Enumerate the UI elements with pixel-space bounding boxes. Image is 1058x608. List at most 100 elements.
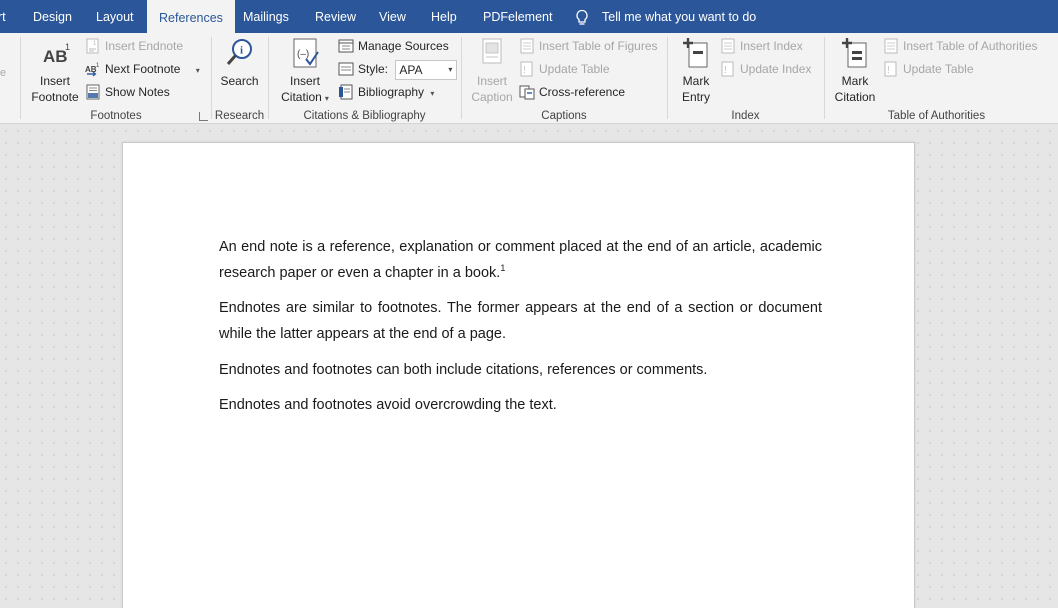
- authorities-group-label: Table of Authorities: [887, 110, 986, 122]
- lightbulb-icon: [576, 9, 588, 25]
- insert-table-of-authorities-icon: [884, 38, 898, 54]
- insert-footnote-button[interactable]: AB 1 Insert Footnote: [29, 37, 81, 105]
- svg-text:1: 1: [65, 42, 70, 52]
- insert-caption-button[interactable]: Insert Caption: [468, 37, 516, 105]
- insert-index-icon: [721, 38, 735, 54]
- insert-index-button[interactable]: Insert Index: [720, 36, 803, 56]
- style-label: Style:: [358, 62, 389, 76]
- svg-text:AB: AB: [43, 47, 68, 66]
- show-notes-label: Show Notes: [105, 85, 170, 99]
- insert-endnote-label: Insert Endnote: [105, 39, 184, 53]
- tab-layout[interactable]: Layout: [96, 0, 134, 33]
- tab-review[interactable]: Review: [315, 0, 356, 33]
- update-index-button[interactable]: ! Update Index: [720, 59, 811, 79]
- footnotes-dialog-launcher-icon[interactable]: [199, 112, 208, 121]
- search-label: Search: [220, 74, 259, 88]
- ribbon: e AB 1 Insert Footnote 1 Insert Endnote: [0, 33, 1058, 124]
- group-index: Mark Entry Insert Index ! Update Index I…: [668, 33, 823, 124]
- svg-text:i: i: [240, 45, 243, 57]
- paragraph-3[interactable]: Endnotes and footnotes can both include …: [219, 358, 822, 384]
- search-icon: i: [223, 37, 257, 69]
- style-icon: [338, 62, 354, 76]
- svg-text:!: !: [523, 65, 526, 76]
- next-footnote-button[interactable]: AB 1 Next Footnote ▾: [85, 59, 200, 79]
- bibliography-label: Bibliography: [358, 85, 425, 99]
- update-table-figures-button[interactable]: ! Update Table: [519, 59, 610, 79]
- insert-caption-icon: [475, 37, 509, 69]
- group-citations-bibliography: (–) Insert Citation ▾ Manage Sources Sty…: [269, 33, 460, 124]
- insert-citation-button[interactable]: (–) Insert Citation ▾: [275, 37, 335, 107]
- show-notes-button[interactable]: Show Notes: [85, 82, 170, 102]
- next-footnote-icon: AB 1: [85, 63, 100, 77]
- insert-citation-dropdown-icon: ▾: [324, 94, 329, 103]
- mark-citation-label-2: Citation: [834, 90, 876, 104]
- insert-citation-label-2-wrap: Citation ▾: [275, 89, 335, 107]
- insert-index-label: Insert Index: [740, 39, 803, 53]
- manage-sources-button[interactable]: Manage Sources: [338, 36, 449, 56]
- tab-help[interactable]: Help: [431, 0, 457, 33]
- manage-sources-icon: [338, 39, 354, 53]
- update-table-authorities-label: Update Table: [903, 62, 974, 76]
- insert-table-of-figures-label: Insert Table of Figures: [539, 39, 658, 53]
- document-page[interactable]: An end note is a reference, explanation …: [122, 142, 915, 608]
- clipped-left-edge: e: [0, 67, 7, 79]
- next-footnote-dropdown-icon[interactable]: ▾: [196, 66, 200, 75]
- insert-endnote-icon: 1: [86, 38, 99, 54]
- insert-citation-label-2: Citation: [281, 90, 322, 104]
- mark-citation-button[interactable]: Mark Citation: [830, 37, 880, 105]
- update-table-authorities-icon: !: [884, 61, 897, 77]
- update-table-figures-label: Update Table: [539, 62, 610, 76]
- insert-caption-label-2: Caption: [471, 90, 513, 104]
- svg-text:!: !: [887, 65, 890, 76]
- group-table-of-authorities: Mark Citation Insert Table of Authoritie…: [825, 33, 1058, 124]
- search-button[interactable]: i Search: [216, 37, 263, 89]
- mark-entry-icon: [679, 37, 713, 69]
- insert-footnote-label-2: Footnote: [31, 90, 79, 104]
- insert-table-of-authorities-button[interactable]: Insert Table of Authorities: [883, 36, 1038, 56]
- manage-sources-label: Manage Sources: [358, 39, 449, 53]
- update-index-icon: !: [721, 61, 734, 77]
- update-index-label: Update Index: [740, 62, 812, 76]
- tab-insert[interactable]: rt: [0, 0, 6, 33]
- endnote-reference-mark[interactable]: 1: [500, 263, 505, 273]
- insert-caption-label-1: Insert: [476, 74, 507, 88]
- paragraph-4[interactable]: Endnotes and footnotes avoid overcrowdin…: [219, 393, 822, 419]
- captions-group-label: Captions: [541, 110, 587, 122]
- tab-mailings[interactable]: Mailings: [243, 0, 289, 33]
- insert-table-of-figures-button[interactable]: Insert Table of Figures: [519, 36, 658, 56]
- bibliography-button[interactable]: Bibliography ▾: [338, 82, 434, 102]
- mark-entry-label-2: Entry: [681, 90, 710, 104]
- insert-endnote-button[interactable]: 1 Insert Endnote: [85, 36, 183, 56]
- svg-text:!: !: [724, 65, 727, 76]
- mark-citation-icon: [838, 37, 872, 69]
- tab-view[interactable]: View: [379, 0, 406, 33]
- insert-table-of-figures-icon: [520, 38, 534, 54]
- mark-entry-label-1: Mark: [682, 74, 710, 88]
- tell-me-text: Tell me what you want to do: [602, 10, 757, 24]
- svg-text:(–): (–): [297, 49, 309, 60]
- index-group-label: Index: [731, 110, 760, 122]
- update-table-icon: !: [520, 61, 533, 77]
- style-select[interactable]: APA ▾: [395, 59, 458, 80]
- group-research: i Search Research: [212, 33, 267, 124]
- next-footnote-label: Next Footnote: [105, 62, 181, 76]
- paragraph-1[interactable]: An end note is a reference, explanation …: [219, 235, 822, 286]
- bibliography-icon: [339, 84, 353, 100]
- tab-design[interactable]: Design: [33, 0, 72, 33]
- paragraph-2[interactable]: Endnotes are similar to footnotes. The f…: [219, 296, 822, 347]
- group-footnotes: AB 1 Insert Footnote 1 Insert Endnote AB…: [21, 33, 211, 124]
- update-table-authorities-button[interactable]: ! Update Table: [883, 59, 974, 79]
- svg-text:1: 1: [96, 63, 100, 69]
- style-select-chevron-down-icon: ▾: [448, 64, 453, 74]
- insert-citation-icon: (–): [288, 37, 322, 69]
- mark-entry-button[interactable]: Mark Entry: [672, 37, 720, 105]
- tab-references[interactable]: References: [147, 0, 235, 33]
- bibliography-dropdown-icon: ▾: [430, 89, 435, 98]
- footnotes-group-label: Footnotes: [90, 110, 142, 122]
- style-row: Style: APA ▾: [338, 58, 458, 80]
- cross-reference-button[interactable]: Cross-reference: [519, 82, 625, 102]
- tab-pdfelement[interactable]: PDFelement: [483, 0, 552, 33]
- insert-citation-label-1: Insert: [289, 74, 320, 88]
- insert-table-of-authorities-label: Insert Table of Authorities: [903, 39, 1038, 53]
- show-notes-icon: [86, 84, 100, 100]
